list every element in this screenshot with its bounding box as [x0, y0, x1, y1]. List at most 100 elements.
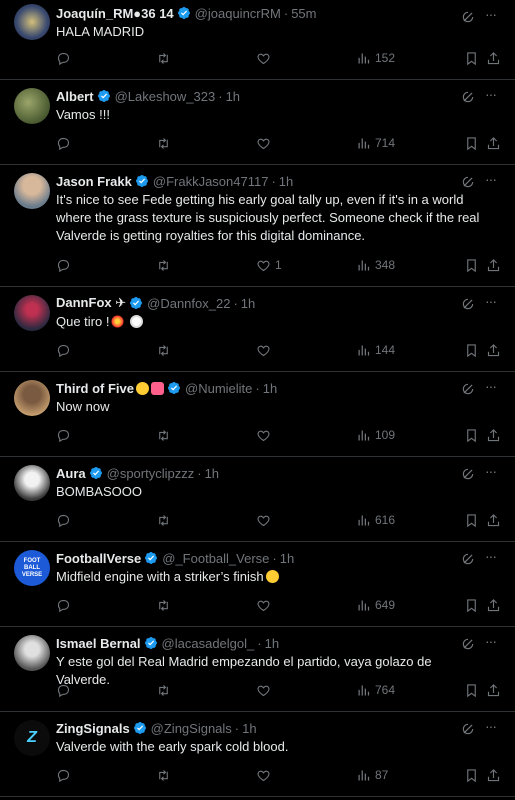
bw-portrait-avatar[interactable]: [14, 635, 50, 671]
reply-button[interactable]: [56, 343, 75, 358]
reply-button[interactable]: [56, 51, 75, 66]
zing-logo[interactable]: Z: [14, 720, 50, 756]
photo-avatar[interactable]: [14, 88, 50, 124]
display-name[interactable]: DannFox ✈: [56, 295, 126, 311]
retweet-button[interactable]: [156, 428, 175, 443]
more-options-icon[interactable]: ···: [485, 634, 501, 651]
reply-button[interactable]: [56, 428, 75, 443]
bookmark-button[interactable]: [464, 136, 479, 151]
more-options-icon[interactable]: ···: [485, 7, 501, 24]
grok-icon[interactable]: [461, 637, 475, 651]
like-button[interactable]: [256, 428, 275, 443]
display-name[interactable]: ZingSignals: [56, 721, 130, 736]
timestamp[interactable]: 1h: [265, 636, 279, 651]
user-handle[interactable]: @Numielite: [185, 381, 252, 396]
more-options-icon[interactable]: ···: [485, 87, 501, 104]
retweet-button[interactable]: [156, 768, 175, 783]
reply-button[interactable]: [56, 258, 75, 273]
more-options-icon[interactable]: ···: [485, 294, 501, 311]
views-button[interactable]: 144: [356, 343, 395, 358]
grok-icon[interactable]: [461, 722, 475, 736]
share-button[interactable]: [486, 683, 501, 698]
grok-icon[interactable]: [461, 175, 475, 189]
display-name[interactable]: Aura: [56, 466, 86, 481]
share-button[interactable]: [486, 343, 501, 358]
like-button[interactable]: [256, 136, 275, 151]
views-button[interactable]: 714: [356, 136, 395, 151]
share-button[interactable]: [486, 428, 501, 443]
player-avatar[interactable]: [14, 465, 50, 501]
tweet-item[interactable]: Third of Five @Numielite · 1h ··· Now now 109: [0, 372, 515, 457]
like-button[interactable]: [256, 513, 275, 528]
reply-button[interactable]: [56, 683, 75, 698]
reply-button[interactable]: [56, 598, 75, 613]
tweet-item[interactable]: Jason Frakk @FrakkJason47117 · 1h ··· It's ni…: [0, 165, 515, 287]
user-handle[interactable]: @ZingSignals: [151, 721, 232, 736]
bookmark-button[interactable]: [464, 598, 479, 613]
user-handle[interactable]: @Dannfox_22: [147, 296, 230, 311]
bookmark-button[interactable]: [464, 513, 479, 528]
views-button[interactable]: 348: [356, 258, 395, 273]
like-button[interactable]: [256, 343, 275, 358]
timestamp[interactable]: 1h: [280, 551, 294, 566]
retweet-button[interactable]: [156, 683, 175, 698]
share-button[interactable]: [486, 51, 501, 66]
timestamp[interactable]: 1h: [263, 381, 277, 396]
retweet-button[interactable]: [156, 343, 175, 358]
like-button[interactable]: [256, 683, 275, 698]
retweet-button[interactable]: [156, 258, 175, 273]
grok-icon[interactable]: [461, 297, 475, 311]
footballverse-logo[interactable]: FOOT BALL VERSE: [14, 550, 50, 586]
grok-icon[interactable]: [461, 552, 475, 566]
display-name[interactable]: Albert: [56, 89, 94, 104]
reply-button[interactable]: [56, 513, 75, 528]
tweet-item[interactable]: Joaquín_RM●36 14 @joaquincrRM · 55m ··· HALA …: [0, 0, 515, 80]
user-handle[interactable]: @sportyclipzzz: [107, 466, 195, 481]
tweet-item[interactable]: Albert @Lakeshow_323 · 1h ··· Vamos !!! 714: [0, 80, 515, 165]
views-button[interactable]: 616: [356, 513, 395, 528]
like-button[interactable]: 1: [256, 258, 282, 273]
display-name[interactable]: Joaquín_RM●36 14: [56, 6, 174, 21]
bookmark-button[interactable]: [464, 343, 479, 358]
grok-icon[interactable]: [461, 10, 475, 24]
views-button[interactable]: 152: [356, 51, 395, 66]
timestamp[interactable]: 1h: [205, 466, 219, 481]
tweet-item[interactable]: FOOT BALL VERSE FootballVerse @_Football_Ver…: [0, 542, 515, 627]
share-button[interactable]: [486, 258, 501, 273]
user-handle[interactable]: @joaquincrRM: [195, 6, 281, 21]
user-handle[interactable]: @lacasadelgol_: [162, 636, 255, 651]
reply-button[interactable]: [56, 136, 75, 151]
tweet-item[interactable]: Ismael Bernal @lacasadelgol_ · 1h ··· Y este …: [0, 627, 515, 712]
views-button[interactable]: 649: [356, 598, 395, 613]
user-handle[interactable]: @Lakeshow_323: [115, 89, 216, 104]
crest-avatar[interactable]: [14, 4, 50, 40]
grok-icon[interactable]: [461, 467, 475, 481]
user-handle[interactable]: @_Football_Verse: [162, 551, 269, 566]
mask-avatar[interactable]: [14, 295, 50, 331]
grok-icon[interactable]: [461, 90, 475, 104]
bookmark-button[interactable]: [464, 428, 479, 443]
reply-button[interactable]: [56, 768, 75, 783]
retweet-button[interactable]: [156, 136, 175, 151]
more-options-icon[interactable]: ···: [485, 719, 501, 736]
timestamp[interactable]: 1h: [241, 296, 255, 311]
more-options-icon[interactable]: ···: [485, 549, 501, 566]
person-avatar[interactable]: [14, 380, 50, 416]
like-button[interactable]: [256, 768, 275, 783]
display-name[interactable]: Jason Frakk: [56, 174, 132, 189]
retweet-button[interactable]: [156, 513, 175, 528]
views-button[interactable]: 87: [356, 768, 388, 783]
like-button[interactable]: [256, 598, 275, 613]
more-options-icon[interactable]: ···: [485, 172, 501, 189]
display-name[interactable]: Ismael Bernal: [56, 636, 141, 651]
retweet-button[interactable]: [156, 51, 175, 66]
timestamp[interactable]: 1h: [279, 174, 293, 189]
display-name[interactable]: FootballVerse: [56, 551, 141, 566]
like-button[interactable]: [256, 51, 275, 66]
share-button[interactable]: [486, 768, 501, 783]
views-button[interactable]: 109: [356, 428, 395, 443]
display-name[interactable]: Third of Five: [56, 381, 134, 396]
portrait-avatar[interactable]: [14, 173, 50, 209]
tweet-item[interactable]: Z ZingSignals @ZingSignals · 1h ··· Valverde w…: [0, 712, 515, 797]
share-button[interactable]: [486, 513, 501, 528]
